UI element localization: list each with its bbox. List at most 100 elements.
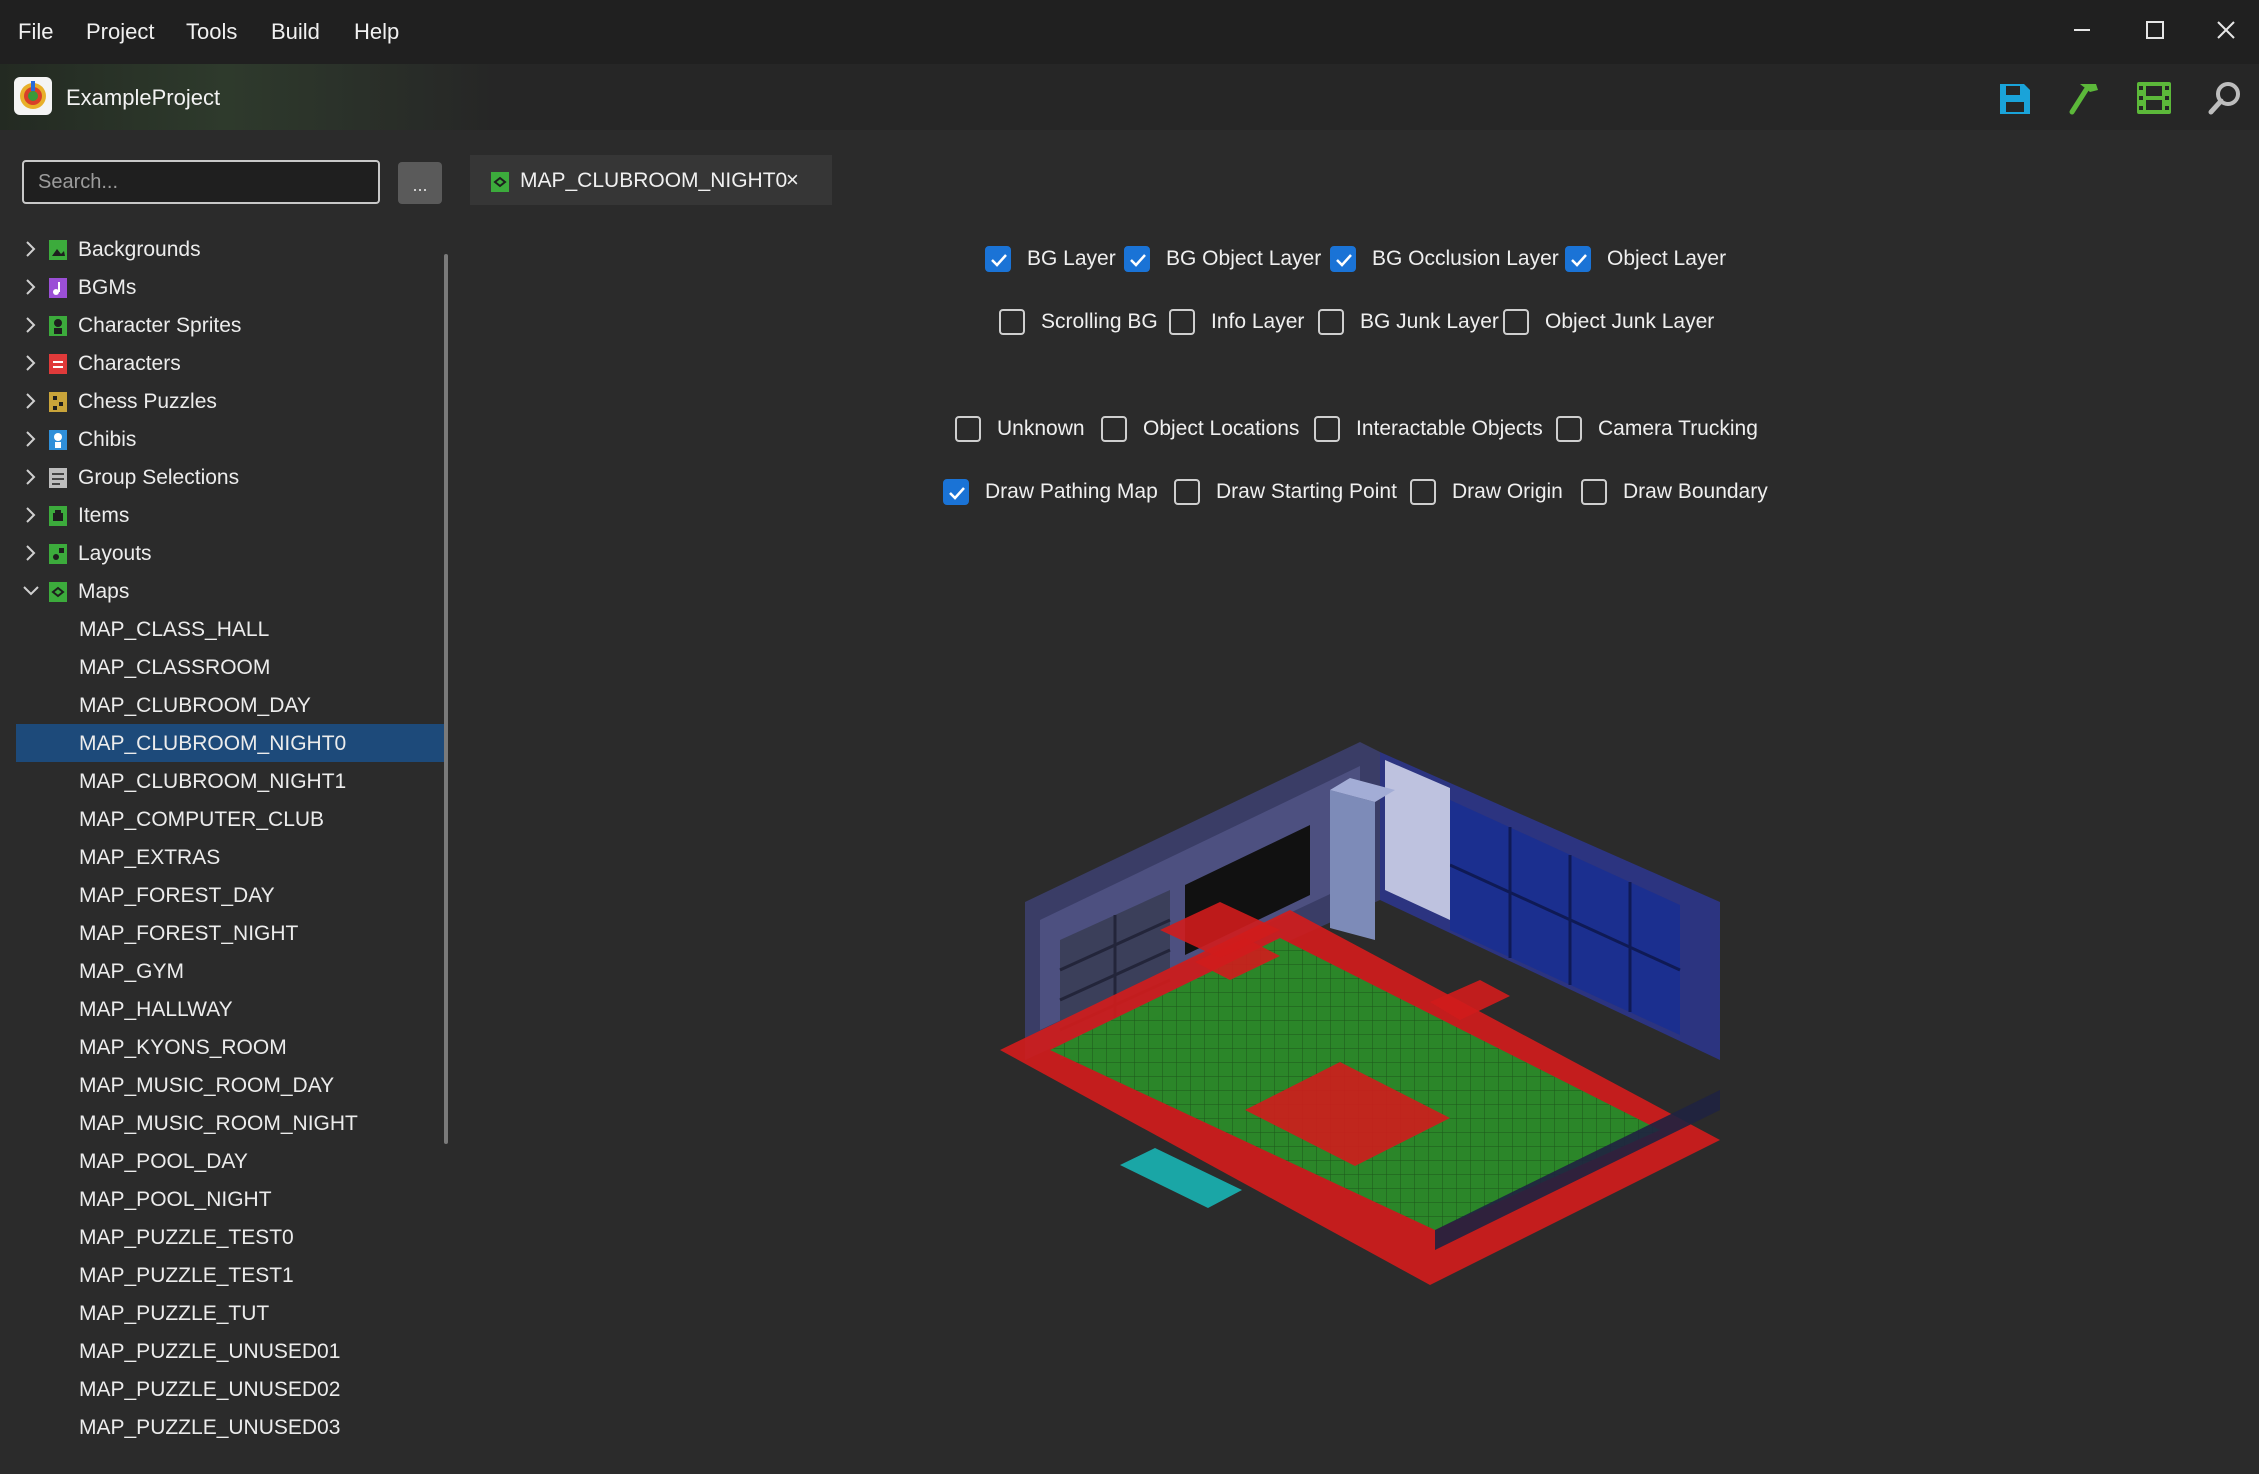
tree-item-label: Maps <box>78 580 130 603</box>
checkbox-box[interactable] <box>1410 479 1436 505</box>
chevron-right-icon <box>26 507 36 523</box>
checkbox-box[interactable] <box>1330 246 1356 272</box>
map-item[interactable]: MAP_KYONS_ROOM <box>16 1028 448 1066</box>
checkbox-box[interactable] <box>1101 416 1127 442</box>
map-item[interactable]: MAP_PUZZLE_UNUSED03 <box>16 1408 448 1446</box>
checkbox-box[interactable] <box>1174 479 1200 505</box>
map-item[interactable]: MAP_FOREST_NIGHT <box>16 914 448 952</box>
minimize-icon <box>2074 29 2090 31</box>
tree-item-group-selections[interactable]: Group Selections <box>16 458 448 496</box>
checkbox-box[interactable] <box>1581 479 1607 505</box>
checkbox-label: Object Locations <box>1143 417 1300 440</box>
tree-item-layouts[interactable]: Layouts <box>16 534 448 572</box>
map-item-label: MAP_HALLWAY <box>79 998 233 1021</box>
map-item[interactable]: MAP_POOL_NIGHT <box>16 1180 448 1218</box>
items-icon <box>49 506 67 526</box>
map-item[interactable]: MAP_PUZZLE_UNUSED01 <box>16 1332 448 1370</box>
tab-map-clubroom-night0[interactable]: MAP_CLUBROOM_NIGHT0 × <box>470 155 832 205</box>
map-item[interactable]: MAP_COMPUTER_CLUB <box>16 800 448 838</box>
checkbox-label: Scrolling BG <box>1041 310 1158 333</box>
map-item[interactable]: MAP_FOREST_DAY <box>16 876 448 914</box>
menu-help[interactable]: Help <box>354 19 399 45</box>
map-item[interactable]: MAP_PUZZLE_TUT <box>16 1294 448 1332</box>
map-item[interactable]: MAP_CLUBROOM_NIGHT1 <box>16 762 448 800</box>
map-item[interactable]: MAP_CLASSROOM <box>16 648 448 686</box>
menu-project[interactable]: Project <box>86 19 154 45</box>
map-item-selected[interactable]: MAP_CLUBROOM_NIGHT0 <box>16 724 448 762</box>
tree-item-character-sprites[interactable]: Character Sprites <box>16 306 448 344</box>
tree-item-bgms[interactable]: BGMs <box>16 268 448 306</box>
global-search-button[interactable] <box>2205 78 2245 118</box>
maps-icon <box>49 582 67 602</box>
menu-tools[interactable]: Tools <box>186 19 237 45</box>
map-item-label: MAP_CLUBROOM_NIGHT0 <box>79 732 347 755</box>
tree-item-chibis[interactable]: Chibis <box>16 420 448 458</box>
map-item[interactable]: MAP_GYM <box>16 952 448 990</box>
map-preview[interactable] <box>980 730 1740 1290</box>
tree-item-items[interactable]: Items <box>16 496 448 534</box>
chevron-right-icon <box>26 355 36 371</box>
search-input[interactable] <box>22 160 380 204</box>
map-item[interactable]: MAP_MUSIC_ROOM_NIGHT <box>16 1104 448 1142</box>
project-name: ExampleProject <box>66 85 221 110</box>
tree-item-chess-puzzles[interactable]: Chess Puzzles <box>16 382 448 420</box>
map-item-label: MAP_PUZZLE_TUT <box>79 1302 270 1325</box>
map-item-label: MAP_CLASS_HALL <box>79 618 270 641</box>
map-item-label: MAP_PUZZLE_UNUSED02 <box>79 1378 341 1401</box>
tree-item-backgrounds[interactable]: Backgrounds <box>16 230 448 268</box>
tree-item-characters[interactable]: Characters <box>16 344 448 382</box>
menu-build[interactable]: Build <box>271 19 320 45</box>
tab-close-button[interactable]: × <box>786 167 799 193</box>
chevron-down-icon <box>23 586 39 596</box>
checkbox-box[interactable] <box>1565 246 1591 272</box>
checkbox-label: Object Layer <box>1607 247 1727 270</box>
checkbox-box[interactable] <box>1169 309 1195 335</box>
sidebar-scrollbar[interactable] <box>444 254 448 1144</box>
checkbox-box[interactable] <box>943 479 969 505</box>
search-options-button[interactable]: ... <box>398 162 442 204</box>
menu-file[interactable]: File <box>18 19 53 45</box>
checkbox-label: BG Layer <box>1027 247 1116 270</box>
tree-item-label: Chibis <box>78 428 137 451</box>
checkbox-box[interactable] <box>955 416 981 442</box>
build-button[interactable] <box>2064 78 2104 118</box>
group-selections-icon <box>49 468 67 488</box>
minimize-button[interactable] <box>2062 10 2102 50</box>
map-item[interactable]: MAP_MUSIC_ROOM_DAY <box>16 1066 448 1104</box>
search-icon <box>2208 82 2240 115</box>
music-icon <box>49 278 67 298</box>
close-window-button[interactable] <box>2206 10 2246 50</box>
map-item[interactable]: MAP_PUZZLE_TEST1 <box>16 1256 448 1294</box>
close-icon <box>2217 21 2235 39</box>
checkmark-icon <box>991 254 1007 267</box>
map-item[interactable]: MAP_CLASS_HALL <box>16 610 448 648</box>
checkbox-label: Interactable Objects <box>1356 417 1543 440</box>
map-item[interactable]: MAP_PUZZLE_UNUSED02 <box>16 1370 448 1408</box>
checkbox-box[interactable] <box>1556 416 1582 442</box>
chevron-right-icon <box>26 393 36 409</box>
run-button[interactable] <box>2134 78 2174 118</box>
map-item[interactable]: MAP_HALLWAY <box>16 990 448 1028</box>
checkbox-box[interactable] <box>1124 246 1150 272</box>
save-icon <box>2000 84 2030 114</box>
map-item[interactable]: MAP_CLUBROOM_DAY <box>16 686 448 724</box>
map-item-label: MAP_PUZZLE_TEST0 <box>79 1226 294 1249</box>
checkmark-icon <box>1336 254 1352 267</box>
chevron-right-icon <box>26 469 36 485</box>
checkbox-box[interactable] <box>999 309 1025 335</box>
checkbox-label: Object Junk Layer <box>1545 310 1715 333</box>
save-button[interactable] <box>1994 78 2034 118</box>
checkbox-box[interactable] <box>1318 309 1344 335</box>
tree-item-maps[interactable]: Maps <box>16 572 448 610</box>
checkbox-box[interactable] <box>985 246 1011 272</box>
maximize-button[interactable] <box>2135 10 2175 50</box>
map-item-label: MAP_CLASSROOM <box>79 656 271 679</box>
film-icon <box>2137 82 2171 114</box>
map-item[interactable]: MAP_PUZZLE_TEST0 <box>16 1218 448 1256</box>
checkbox-box[interactable] <box>1314 416 1340 442</box>
map-item[interactable]: MAP_EXTRAS <box>16 838 448 876</box>
map-item-label: MAP_PUZZLE_TEST1 <box>79 1264 294 1287</box>
checkbox-label: Draw Boundary <box>1623 480 1768 503</box>
checkbox-box[interactable] <box>1503 309 1529 335</box>
map-item[interactable]: MAP_POOL_DAY <box>16 1142 448 1180</box>
